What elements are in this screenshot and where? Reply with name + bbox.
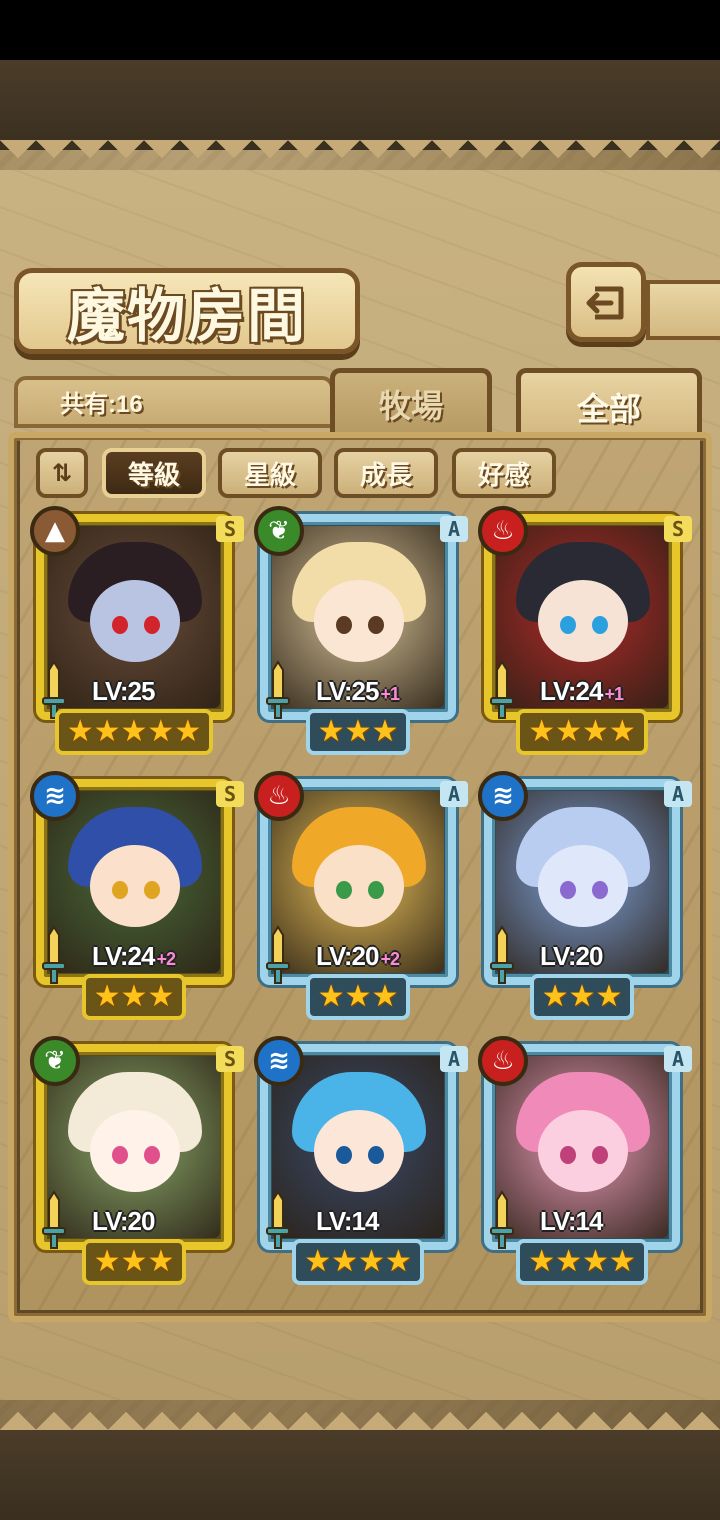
sort-level-button[interactable]: 等級	[102, 448, 206, 498]
rank-badge: S	[664, 516, 692, 542]
star-plate: ★★★	[305, 974, 411, 1020]
rank-badge: A	[440, 516, 468, 542]
star-plate: ★★★	[81, 974, 187, 1020]
level-plus: +1	[604, 684, 624, 704]
title-plate: 魔物房間	[14, 268, 360, 354]
rank-badge: A	[664, 781, 692, 807]
star-plate: ★★★★	[516, 709, 648, 755]
rank-badge: A	[664, 1046, 692, 1072]
level-label: LV:20	[540, 941, 603, 972]
fire-element-icon: ♨	[478, 1036, 528, 1086]
star-rating: ★★★	[256, 709, 460, 755]
page-title: 魔物房間	[66, 282, 307, 350]
monster-card[interactable]: ❦ A LV:25 +1 ★★★	[254, 506, 468, 760]
star-rating: ★★★★	[480, 1239, 684, 1285]
sort-growth-button[interactable]: 成長	[334, 448, 438, 498]
rank-badge: A	[440, 1046, 468, 1072]
star-plate: ★★★	[81, 1239, 187, 1285]
star-rating: ★★★	[32, 974, 236, 1020]
star-rating: ★★★	[480, 974, 684, 1020]
monster-card[interactable]: ≋ A LV:20 ★★★	[478, 771, 692, 1025]
monster-card[interactable]: ❦ S LV:20 ★★★	[30, 1036, 244, 1290]
level-value: LV:25	[316, 676, 379, 706]
star-rating: ★★★★	[480, 709, 684, 755]
star-plate: ★★★★	[292, 1239, 424, 1285]
rank-badge: S	[216, 781, 244, 807]
water-element-icon: ≋	[254, 1036, 304, 1086]
star-rating: ★★★★	[256, 1239, 460, 1285]
back-button[interactable]	[566, 262, 646, 342]
monster-card[interactable]: ≋ S LV:24 +2 ★★★	[30, 771, 244, 1025]
star-plate: ★★★	[305, 709, 411, 755]
level-label: LV:20	[92, 1206, 155, 1237]
star-plate: ★★★★	[516, 1239, 648, 1285]
level-label: LV:20 +2	[316, 941, 400, 972]
sort-star-button[interactable]: 星級	[218, 448, 322, 498]
collection-count: 共有:16	[60, 391, 143, 418]
bottom-band	[0, 1430, 720, 1520]
header-strip	[646, 280, 720, 340]
level-value: LV:14	[316, 1206, 379, 1236]
star-icons: ★★★★	[304, 1244, 412, 1279]
level-value: LV:20	[540, 941, 603, 971]
star-icons: ★★★	[317, 979, 399, 1014]
monster-card[interactable]: ≋ A LV:14 ★★★★	[254, 1036, 468, 1290]
star-rating: ★★★★★	[32, 709, 236, 755]
sort-order-icon[interactable]: ⇅	[36, 448, 88, 498]
star-icons: ★★★★★	[66, 714, 202, 749]
status-bar	[0, 0, 720, 60]
fire-element-icon: ♨	[254, 771, 304, 821]
star-rating: ★★★	[32, 1239, 236, 1285]
sort-affection-button[interactable]: 好感	[452, 448, 556, 498]
level-value: LV:25	[92, 676, 155, 706]
star-plate: ★★★★★	[54, 709, 214, 755]
monster-card[interactable]: ▲ S LV:25 ★★★★★	[30, 506, 244, 760]
monster-card[interactable]: ♨ A LV:14 ★★★★	[478, 1036, 692, 1290]
back-return-icon	[586, 286, 624, 320]
star-icons: ★★★	[541, 979, 623, 1014]
level-plus: +2	[380, 949, 400, 969]
level-label: LV:25	[92, 676, 155, 707]
level-value: LV:20	[92, 1206, 155, 1236]
rank-badge: A	[440, 781, 468, 807]
star-icons: ★★★★	[528, 1244, 636, 1279]
level-label: LV:14	[540, 1206, 603, 1237]
level-plus: +1	[380, 684, 400, 704]
level-label: LV:14	[316, 1206, 379, 1237]
wind-element-icon: ❦	[254, 506, 304, 556]
star-icons: ★★★	[93, 1244, 175, 1279]
fire-element-icon: ♨	[478, 506, 528, 556]
earth-element-icon: ▲	[30, 506, 80, 556]
rank-badge: S	[216, 516, 244, 542]
top-band	[0, 60, 720, 150]
water-element-icon: ≋	[30, 771, 80, 821]
tab-farm[interactable]: 牧場	[330, 368, 492, 434]
star-icons: ★★★★	[528, 714, 636, 749]
level-value: LV:24	[540, 676, 603, 706]
bottom-torn-edge	[0, 1394, 720, 1430]
level-value: LV:24	[92, 941, 155, 971]
rank-badge: S	[216, 1046, 244, 1072]
level-label: LV:25 +1	[316, 676, 400, 707]
level-plus: +2	[156, 949, 176, 969]
level-label: LV:24 +2	[92, 941, 176, 972]
level-label: LV:24 +1	[540, 676, 624, 707]
level-value: LV:14	[540, 1206, 603, 1236]
star-rating: ★★★	[256, 974, 460, 1020]
water-element-icon: ≋	[478, 771, 528, 821]
monster-card[interactable]: ♨ S LV:24 +1 ★★★★	[478, 506, 692, 760]
star-plate: ★★★	[529, 974, 635, 1020]
top-torn-edge	[0, 140, 720, 176]
level-value: LV:20	[316, 941, 379, 971]
tab-all[interactable]: 全部	[516, 368, 702, 440]
monster-card[interactable]: ♨ A LV:20 +2 ★★★	[254, 771, 468, 1025]
star-icons: ★★★	[93, 979, 175, 1014]
star-icons: ★★★	[317, 714, 399, 749]
wind-element-icon: ❦	[30, 1036, 80, 1086]
